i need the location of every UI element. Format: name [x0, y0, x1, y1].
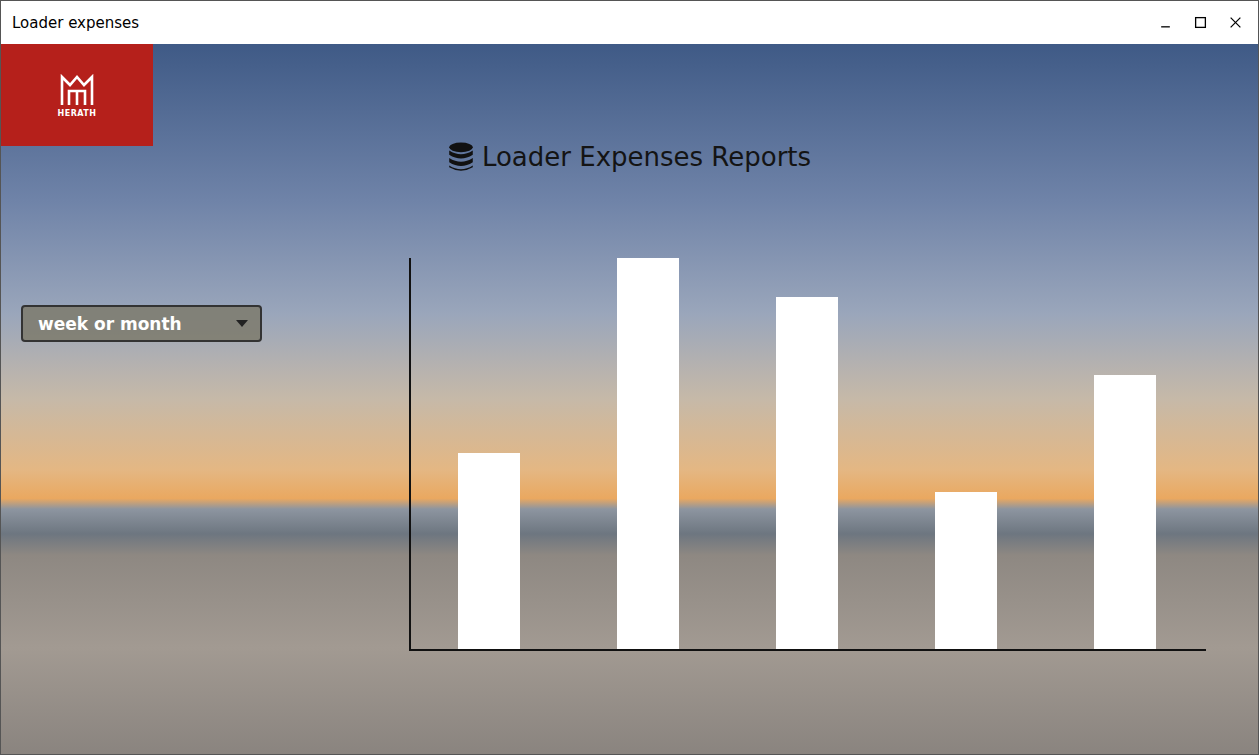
background-photo: HERATH Loader Expenses Reports week or mon… [1, 44, 1258, 754]
title-bar: Loader expenses [1, 1, 1258, 44]
chart-plot [409, 258, 1206, 651]
app-window: Loader expenses HERATH Loader Expenses Rep… [0, 0, 1259, 755]
dropdown-value: week or month [38, 314, 182, 334]
logo-text: HERATH [57, 109, 96, 118]
page-title-text: Loader Expenses Reports [482, 138, 811, 176]
minimize-icon[interactable] [1159, 16, 1172, 29]
bar-slot [935, 258, 997, 649]
chart-bar[interactable] [935, 492, 997, 649]
bar-slot [458, 258, 520, 649]
filter-column: week or month [1, 258, 409, 651]
window-controls [1159, 16, 1242, 29]
bar-slot [617, 258, 679, 649]
chart-bar[interactable] [776, 297, 838, 649]
header: HERATH Loader Expenses Reports [1, 44, 1258, 176]
expenses-chart [409, 258, 1206, 651]
close-icon[interactable] [1229, 16, 1242, 29]
company-logo: HERATH [1, 44, 153, 146]
report-body: week or month [1, 258, 1258, 651]
period-dropdown[interactable]: week or month [21, 305, 262, 342]
database-icon [448, 142, 474, 172]
chart-bar[interactable] [617, 258, 679, 649]
chart-bar[interactable] [458, 453, 520, 649]
maximize-icon[interactable] [1194, 16, 1207, 29]
page-title: Loader Expenses Reports [153, 44, 1106, 176]
bar-slot [776, 258, 838, 649]
caret-down-icon [236, 320, 248, 328]
chart-bar[interactable] [1094, 375, 1156, 649]
bar-slot [1094, 258, 1156, 649]
logo-mark-icon [60, 73, 94, 107]
window-title: Loader expenses [12, 14, 139, 32]
